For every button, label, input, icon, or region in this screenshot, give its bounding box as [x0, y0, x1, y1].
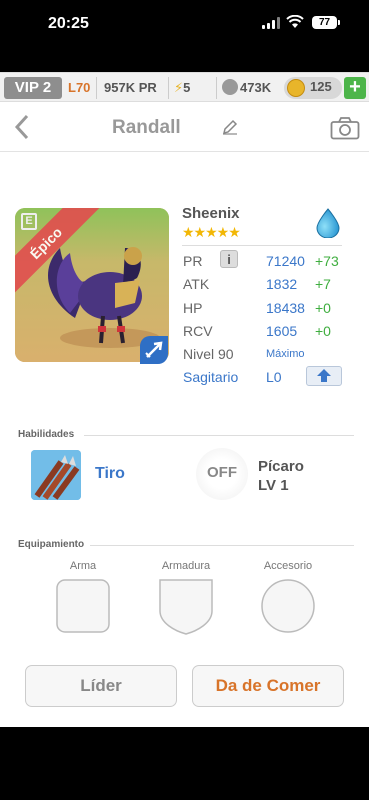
player-level: L70 [68, 80, 91, 95]
weapon-slot[interactable] [56, 579, 110, 638]
zodiac-sign-link[interactable]: Sagitario [183, 369, 238, 385]
food-value: 473K [222, 78, 271, 98]
coin-icon [287, 79, 305, 97]
skills-section-title: Habilidades [18, 429, 75, 440]
camera-icon [330, 117, 360, 140]
status-bar: 20:25 77 [0, 0, 369, 50]
cellular-signal-icon [262, 17, 282, 29]
level-max-value: Máximo [266, 348, 305, 360]
armor-label: Armadura [161, 560, 211, 572]
stat-delta-rcv: +0 [315, 323, 331, 339]
resource-bar: VIP 2 L70 957K PR ⚡5 473K 125 + [0, 72, 369, 102]
stat-label-atk: ATK [183, 276, 210, 292]
creature-name: Sheenix [182, 205, 240, 222]
leader-button[interactable]: Líder [25, 665, 177, 707]
toggle-label: OFF [207, 464, 237, 481]
divider [90, 545, 354, 546]
rarity-e-badge: E [21, 213, 37, 230]
power-value: 957K PR [104, 78, 157, 98]
back-button[interactable] [14, 114, 30, 145]
level-label: Nivel 90 [183, 346, 234, 362]
feed-button[interactable]: Da de Comer [192, 665, 344, 707]
water-element-icon [315, 208, 341, 243]
page-title: Randall [112, 117, 181, 138]
zodiac-level: L0 [266, 369, 282, 385]
energy-value: ⚡5 [174, 80, 191, 95]
accessory-label: Accesorio [263, 560, 313, 572]
stat-value-atk: 1832 [266, 276, 298, 292]
divider [168, 77, 169, 99]
power-amount: 957K [104, 80, 136, 95]
power-unit: PR [138, 80, 157, 95]
stat-label-pr: PR [183, 253, 203, 269]
page-header: Randall [0, 104, 369, 152]
stat-label-rcv: RCV [183, 323, 213, 339]
stat-delta-pr: +73 [315, 253, 339, 269]
app-screen: VIP 2 L70 957K PR ⚡5 473K 125 + Randall [0, 72, 369, 727]
pencil-icon [222, 119, 238, 135]
add-coins-button[interactable]: + [344, 77, 366, 99]
divider [84, 435, 354, 436]
star-rating: ★★★★★ [182, 224, 241, 240]
skill-name-picaro: Pícaro [258, 458, 304, 475]
upgrade-sign-button[interactable] [306, 366, 342, 386]
info-button[interactable]: i [220, 250, 238, 268]
archer-class-badge [140, 336, 168, 364]
stat-label-hp: HP [183, 300, 203, 316]
chevron-left-icon [14, 114, 29, 140]
stat-value-rcv: 1605 [266, 323, 298, 339]
coin-amount: 125 [310, 79, 332, 94]
arrow-up-icon [317, 369, 331, 382]
battery-icon: 77 [312, 16, 340, 29]
skill-name-shot[interactable]: Tiro [95, 465, 125, 483]
vip-badge[interactable]: VIP 2 [4, 77, 62, 99]
divider [182, 245, 342, 246]
accessory-slot[interactable] [261, 579, 315, 638]
lightning-icon: ⚡ [174, 80, 184, 95]
armor-slot[interactable] [159, 579, 213, 640]
stat-delta-hp: +0 [315, 300, 331, 316]
equipment-section-title: Equipamiento [18, 539, 85, 550]
edit-name-button[interactable] [222, 119, 238, 140]
coin-counter[interactable]: 125 [284, 77, 342, 99]
food-icon [222, 79, 238, 95]
divider [216, 77, 217, 99]
stat-value-pr: 71240 [266, 253, 305, 269]
weapon-label: Arma [69, 560, 97, 572]
divider [96, 77, 97, 99]
skill-level: LV 1 [258, 477, 289, 494]
arrow-icon [145, 341, 163, 358]
stat-delta-atk: +7 [315, 276, 331, 292]
wifi-icon [286, 14, 304, 34]
stat-value-hp: 18438 [266, 300, 305, 316]
camera-button[interactable] [330, 116, 360, 145]
status-time: 20:25 [48, 15, 89, 32]
shot-skill-icon[interactable] [31, 450, 81, 500]
